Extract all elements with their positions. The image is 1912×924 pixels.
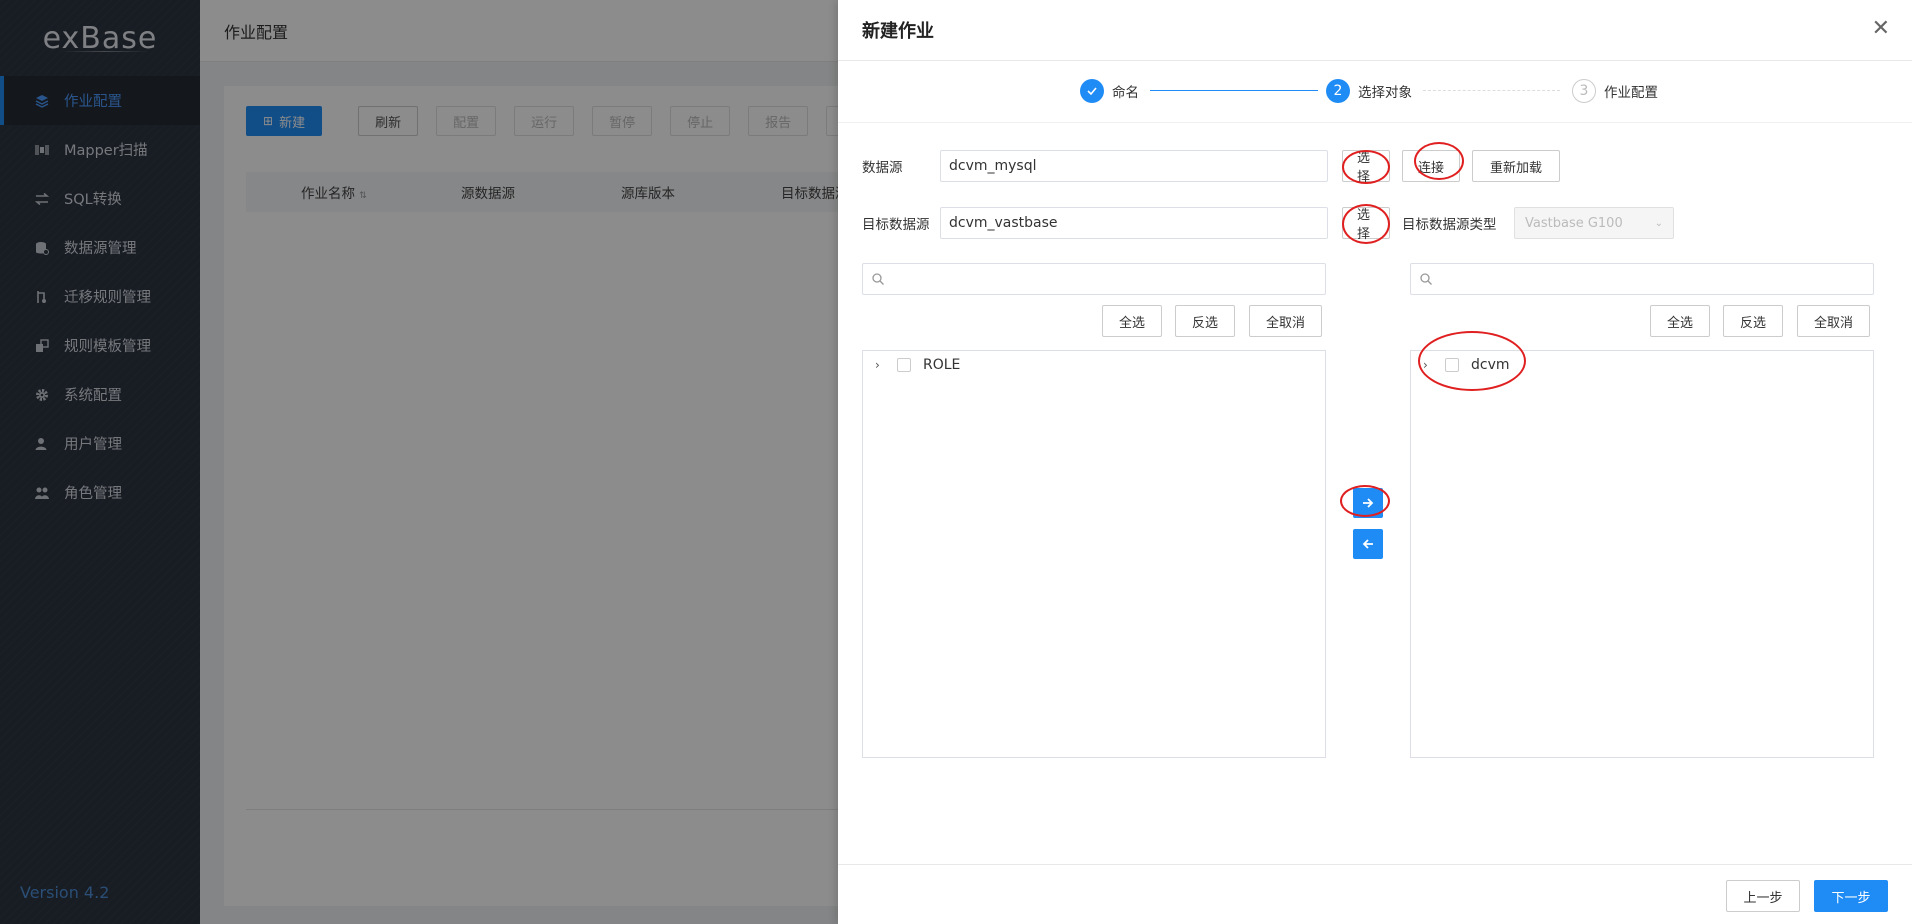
step-connector (1423, 90, 1560, 91)
check-icon (1080, 79, 1104, 103)
next-step-button[interactable]: 下一步 (1814, 880, 1888, 912)
tree-checkbox[interactable] (1445, 358, 1459, 372)
source-input[interactable]: dcvm_mysql (940, 150, 1328, 182)
target-label: 目标数据源 (862, 217, 930, 233)
new-job-drawer: 新建作业 ✕ 命名 2 选择对象 3 作业配置 数据源 dcvm_mysql 选… (838, 0, 1912, 924)
drawer-header: 新建作业 ✕ (838, 0, 1912, 61)
reload-button[interactable]: 重新加载 (1472, 150, 1560, 182)
connect-button[interactable]: 连接 (1402, 150, 1460, 182)
transfer-right-button[interactable] (1353, 488, 1383, 518)
source-select-button[interactable]: 选择 (1342, 150, 1390, 185)
step-naming: 命名 (1080, 79, 1139, 103)
target-select-button[interactable]: 选择 (1342, 207, 1390, 242)
target-input[interactable]: dcvm_vastbase (940, 207, 1328, 239)
close-icon[interactable]: ✕ (1872, 18, 1890, 40)
arrow-left-icon (1362, 539, 1373, 549)
step-select-objects: 2 选择对象 (1326, 79, 1412, 103)
tree-checkbox[interactable] (897, 358, 911, 372)
target-tree-panel: › dcvm (1410, 350, 1874, 758)
tree-node-role[interactable]: › ROLE (875, 357, 960, 373)
step-job-config: 3 作业配置 (1572, 79, 1658, 103)
step-connector (1150, 90, 1318, 91)
right-cancel-all-button[interactable]: 全取消 (1797, 305, 1870, 337)
modal-overlay[interactable] (0, 0, 838, 924)
search-icon (1420, 273, 1432, 285)
step-label: 作业配置 (1604, 85, 1658, 101)
source-row: 数据源 dcvm_mysql 选择 连接 重新加载 (862, 150, 1560, 185)
tree-node-label: dcvm (1471, 357, 1510, 373)
drawer-footer: 上一步 下一步 (838, 864, 1912, 924)
chevron-right-icon[interactable]: › (875, 358, 889, 372)
step-number: 3 (1572, 79, 1596, 103)
right-invert-button[interactable]: 反选 (1723, 305, 1783, 337)
chevron-down-icon: ⌄ (1654, 217, 1663, 229)
target-row: 目标数据源 dcvm_vastbase 选择 目标数据源类型 Vastbase … (862, 207, 1674, 242)
target-type-label: 目标数据源类型 (1402, 217, 1497, 233)
step-label: 命名 (1112, 85, 1139, 101)
arrow-right-icon (1363, 498, 1374, 508)
source-label: 数据源 (862, 160, 903, 176)
tree-node-label: ROLE (923, 357, 961, 373)
chevron-right-icon[interactable]: › (1423, 358, 1437, 372)
tree-node-dcvm[interactable]: › dcvm (1423, 357, 1510, 373)
drawer-title: 新建作业 (862, 21, 934, 42)
transfer-left-button[interactable] (1353, 529, 1383, 559)
source-tree-panel: › ROLE (862, 350, 1326, 758)
right-search-input[interactable] (1410, 263, 1874, 295)
left-select-all-button[interactable]: 全选 (1102, 305, 1162, 337)
left-invert-button[interactable]: 反选 (1175, 305, 1235, 337)
left-search-input[interactable] (862, 263, 1326, 295)
step-label: 选择对象 (1358, 85, 1412, 101)
right-select-all-button[interactable]: 全选 (1650, 305, 1710, 337)
step-number: 2 (1326, 79, 1350, 103)
prev-step-button[interactable]: 上一步 (1726, 880, 1800, 912)
target-type-value: Vastbase G100 (1525, 215, 1623, 231)
steps-bar: 命名 2 选择对象 3 作业配置 (838, 61, 1912, 123)
target-type-select[interactable]: Vastbase G100 ⌄ (1514, 207, 1674, 239)
search-icon (872, 273, 884, 285)
left-cancel-all-button[interactable]: 全取消 (1249, 305, 1322, 337)
